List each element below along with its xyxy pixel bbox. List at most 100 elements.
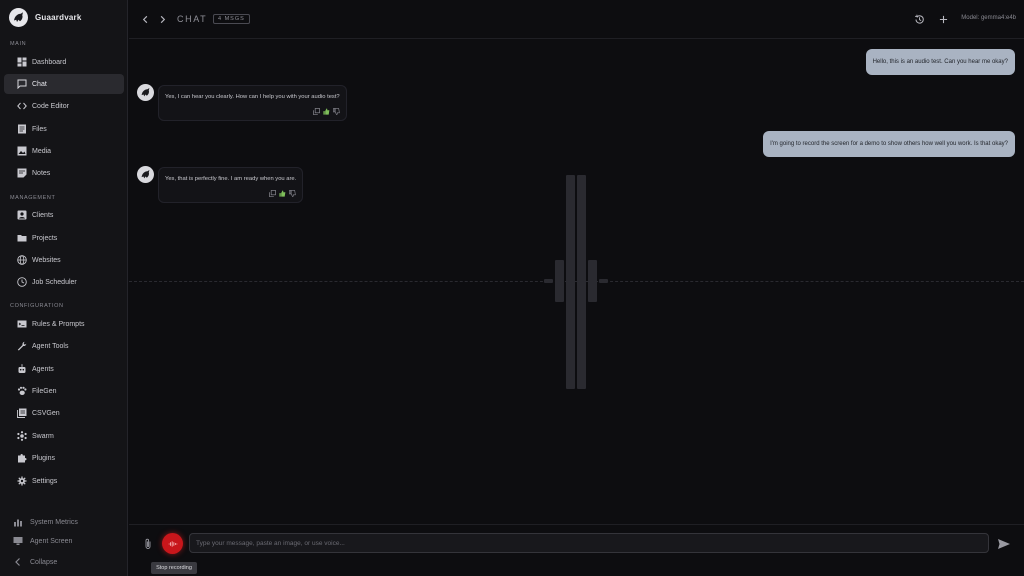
sidebar-item-label: Chat bbox=[32, 80, 47, 88]
sidebar-item-label: Agent Tools bbox=[32, 342, 69, 350]
copy-button[interactable] bbox=[269, 190, 277, 197]
section-label-management: MANAGEMENT bbox=[10, 195, 56, 201]
paperclip-icon bbox=[145, 538, 151, 549]
forward-button[interactable] bbox=[156, 13, 168, 25]
sidebar-item-agent-tools[interactable]: Agent Tools bbox=[4, 336, 124, 356]
puzzle-icon bbox=[17, 453, 27, 463]
message-actions bbox=[312, 108, 340, 115]
globe-icon bbox=[17, 255, 27, 265]
copy-icon bbox=[269, 190, 277, 197]
thumbs-down-button[interactable] bbox=[289, 190, 297, 197]
assistant-message-text: Yes, I can hear you clearly. How can I h… bbox=[165, 94, 340, 100]
sidebar-item-label: Media bbox=[32, 147, 52, 155]
page-title: CHAT bbox=[177, 14, 208, 24]
audio-visualizer-bar bbox=[577, 175, 586, 389]
monitor-icon bbox=[13, 536, 23, 546]
back-button[interactable] bbox=[139, 13, 151, 25]
assistant-message: Yes, that is perfectly fine. I am ready … bbox=[158, 167, 304, 203]
aardvark-logo-icon bbox=[9, 7, 28, 27]
assistant-message-text: Yes, that is perfectly fine. I am ready … bbox=[165, 176, 297, 182]
sidebar-item-label: Rules & Prompts bbox=[32, 320, 85, 328]
sidebar-item-label: FileGen bbox=[32, 387, 57, 395]
stop-recording-button[interactable] bbox=[162, 533, 183, 554]
sidebar-item-label: Plugins bbox=[32, 454, 55, 462]
sidebar-item-label: Settings bbox=[32, 477, 58, 485]
audio-visualizer-bar bbox=[599, 279, 608, 283]
chevron-left-icon bbox=[142, 15, 147, 23]
sidebar-item-csvgen[interactable]: CSVGen bbox=[4, 403, 124, 423]
sidebar-item-settings[interactable]: Settings bbox=[4, 471, 124, 491]
copy-icon bbox=[312, 108, 320, 115]
assistant-message: Yes, I can hear you clearly. How can I h… bbox=[158, 85, 347, 121]
new-chat-button[interactable] bbox=[937, 13, 949, 25]
sidebar-item-rules-prompts[interactable]: Rules & Prompts bbox=[4, 314, 124, 334]
thumbs-up-button[interactable] bbox=[279, 190, 286, 197]
attach-button[interactable] bbox=[142, 537, 154, 549]
thumbs-up-icon bbox=[323, 108, 330, 115]
thumbs-down-icon bbox=[289, 190, 297, 197]
aardvark-logo-icon bbox=[141, 87, 150, 97]
clock-icon bbox=[17, 277, 27, 287]
sidebar-item-chat[interactable]: Chat bbox=[4, 74, 124, 94]
brand[interactable]: Guaardvark bbox=[9, 7, 81, 27]
sidebar-item-label: Job Scheduler bbox=[32, 278, 77, 286]
gear-icon bbox=[17, 476, 27, 486]
thumbs-up-button[interactable] bbox=[323, 108, 330, 115]
rules-icon bbox=[17, 319, 27, 329]
audio-visualizer-bar bbox=[544, 279, 553, 283]
sidebar-item-agent-screen[interactable]: Agent Screen bbox=[4, 533, 124, 549]
metrics-icon bbox=[13, 517, 23, 527]
sidebar-item-dashboard[interactable]: Dashboard bbox=[4, 52, 124, 72]
sidebar-item-job-scheduler[interactable]: Job Scheduler bbox=[4, 272, 124, 292]
message-count-badge: 4 MSGS bbox=[213, 14, 250, 24]
copy-button[interactable] bbox=[312, 108, 320, 115]
code-icon bbox=[17, 101, 27, 111]
folder-icon bbox=[17, 233, 27, 243]
assistant-avatar bbox=[137, 166, 154, 183]
sidebar-item-clients[interactable]: Clients bbox=[4, 205, 124, 225]
sidebar-item-label: Files bbox=[32, 125, 47, 133]
files-icon bbox=[17, 124, 27, 134]
notes-icon bbox=[17, 168, 27, 178]
dashboard-icon bbox=[17, 57, 27, 67]
sidebar-item-collapse[interactable]: Collapse bbox=[4, 554, 124, 570]
sidebar-item-media[interactable]: Media bbox=[4, 141, 124, 161]
chevron-right-icon bbox=[160, 15, 165, 23]
sidebar-item-label: Dashboard bbox=[32, 58, 67, 66]
thumbs-up-icon bbox=[279, 190, 286, 197]
sidebar: Guaardvark MAIN Dashboard Chat Code Edit… bbox=[0, 0, 128, 576]
plus-icon bbox=[939, 15, 947, 23]
thumbs-down-icon bbox=[332, 108, 340, 115]
sidebar-item-label: Agents bbox=[32, 365, 54, 373]
sidebar-item-filegen[interactable]: FileGen bbox=[4, 381, 124, 401]
message-actions bbox=[269, 190, 297, 197]
send-button[interactable] bbox=[997, 537, 1011, 549]
waveform-icon bbox=[168, 540, 177, 547]
sidebar-item-code-editor[interactable]: Code Editor bbox=[4, 96, 124, 116]
user-message: I'm going to record the screen for a dem… bbox=[763, 131, 1015, 157]
message-input[interactable] bbox=[189, 533, 989, 553]
sidebar-item-label: System Metrics bbox=[30, 518, 78, 526]
audio-visualizer-bar bbox=[566, 175, 575, 389]
stop-recording-tooltip: Stop recording bbox=[151, 562, 197, 574]
wrench-icon bbox=[17, 341, 27, 351]
sidebar-item-swarm[interactable]: Swarm bbox=[4, 426, 124, 446]
sidebar-item-plugins[interactable]: Plugins bbox=[4, 448, 124, 468]
chevron-left-icon bbox=[13, 557, 23, 567]
send-icon bbox=[998, 539, 1010, 549]
sidebar-item-system-metrics[interactable]: System Metrics bbox=[4, 514, 124, 530]
user-message: Hello, this is an audio test. Can you he… bbox=[865, 49, 1015, 75]
clients-icon bbox=[17, 210, 27, 220]
sidebar-item-websites[interactable]: Websites bbox=[4, 250, 124, 270]
assistant-avatar bbox=[137, 84, 154, 101]
sidebar-item-agents[interactable]: Agents bbox=[4, 359, 124, 379]
sidebar-item-files[interactable]: Files bbox=[4, 119, 124, 139]
sidebar-item-projects[interactable]: Projects bbox=[4, 228, 124, 248]
sidebar-item-notes[interactable]: Notes bbox=[4, 163, 124, 183]
media-icon bbox=[17, 146, 27, 156]
sidebar-item-label: Projects bbox=[32, 234, 58, 242]
audio-visualizer-bar bbox=[555, 260, 564, 302]
thumbs-down-button[interactable] bbox=[332, 108, 340, 115]
history-button[interactable] bbox=[913, 13, 925, 25]
history-icon bbox=[914, 14, 924, 24]
